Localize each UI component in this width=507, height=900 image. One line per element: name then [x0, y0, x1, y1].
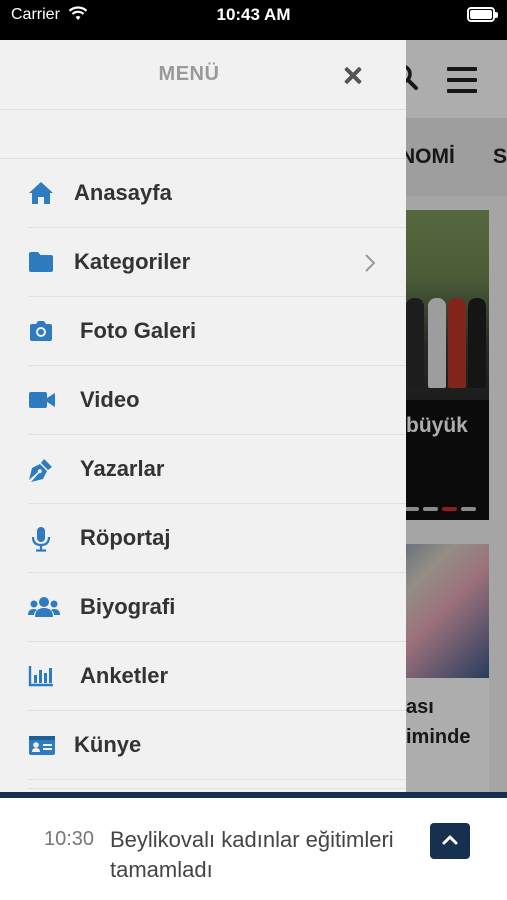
folder-icon [28, 250, 54, 274]
menu-item-label: Anasayfa [74, 180, 172, 205]
menu-list: Anasayfa Kategoriler Foto Galeri Video Y… [0, 159, 406, 780]
id-card-icon [28, 733, 55, 757]
microphone-icon [28, 526, 54, 552]
menu-item-label: Video [80, 387, 140, 412]
menu-item-yazarlar[interactable]: Yazarlar [28, 435, 406, 504]
drawer-header: MENÜ [0, 40, 406, 110]
menu-item-kategoriler[interactable]: Kategoriler [28, 228, 406, 297]
close-icon[interactable] [341, 64, 365, 88]
video-camera-icon [28, 388, 55, 412]
menu-item-anketler[interactable]: Anketler [28, 642, 406, 711]
menu-item-label: Biyografi [80, 594, 176, 619]
pen-nib-icon [28, 457, 54, 482]
status-bar: Carrier 10:43 AM [0, 0, 507, 40]
clock: 10:43 AM [216, 5, 291, 24]
menu-item-kunye[interactable]: Künye [28, 711, 406, 780]
menu-item-anasayfa[interactable]: Anasayfa [28, 159, 406, 228]
menu-item-label: Röportaj [80, 525, 171, 550]
chevron-up-icon [442, 835, 458, 845]
menu-item-label: Foto Galeri [80, 318, 197, 343]
scroll-to-top-button[interactable] [430, 823, 470, 859]
divider [28, 788, 406, 789]
menu-item-video[interactable]: Video [28, 366, 406, 435]
battery-icon [467, 7, 498, 22]
ticker-time: 10:30 [44, 828, 95, 850]
menu-item-label: Kategoriler [74, 249, 191, 274]
drawer-spacer [0, 110, 406, 159]
menu-item-label: Yazarlar [80, 456, 165, 481]
menu-item-biyografi[interactable]: Biyografi [28, 573, 406, 642]
menu-item-roportaj[interactable]: Röportaj [28, 504, 406, 573]
menu-item-foto-galeri[interactable]: Foto Galeri [28, 297, 406, 366]
home-icon [28, 181, 54, 205]
bar-chart-icon [28, 664, 54, 688]
menu-item-label: Anketler [80, 663, 169, 688]
chevron-right-icon [364, 253, 376, 273]
side-menu-drawer: MENÜ Anasayfa Kategoriler Foto Galeri Vi… [0, 40, 406, 792]
users-icon [28, 595, 60, 619]
ticker-headline[interactable]: Beylikovalı kadınlar eğitimleri tamamlad… [110, 825, 420, 885]
drawer-title: MENÜ [158, 63, 220, 85]
menu-item-label: Künye [74, 732, 142, 757]
camera-icon [28, 319, 54, 343]
news-ticker[interactable]: 10:30 Beylikovalı kadınlar eğitimleri ta… [0, 798, 507, 900]
